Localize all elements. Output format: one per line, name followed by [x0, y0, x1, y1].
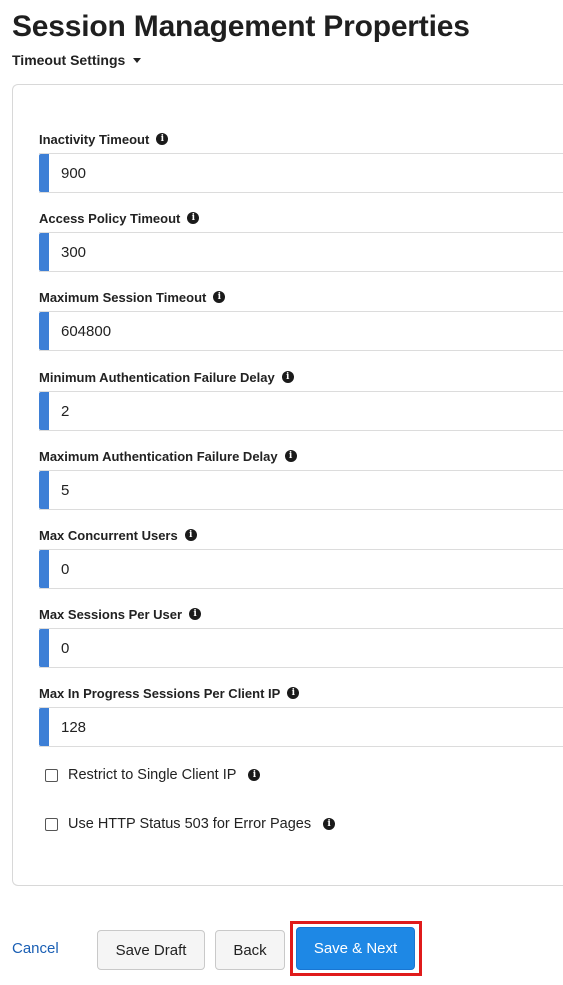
maximum-session-timeout-input[interactable] [49, 312, 563, 350]
access-policy-timeout-input[interactable] [49, 233, 563, 271]
field-label: Max In Progress Sessions Per Client IP [39, 685, 281, 701]
max-auth-failure-delay-input[interactable] [49, 471, 563, 509]
inactivity-timeout-input[interactable] [49, 154, 563, 192]
access-policy-timeout-field: Access Policy Timeout i [39, 210, 563, 274]
max-concurrent-users-input[interactable] [49, 550, 563, 588]
back-button[interactable]: Back [215, 930, 285, 970]
max-sessions-per-user-field: Max Sessions Per User i [39, 606, 563, 670]
section-label: Timeout Settings [12, 52, 126, 68]
info-icon[interactable]: i [213, 291, 226, 303]
max-in-progress-sessions-field: Max In Progress Sessions Per Client IP i [39, 685, 563, 749]
info-icon[interactable]: i [189, 608, 202, 620]
max-sessions-per-user-input[interactable] [49, 629, 563, 667]
field-label: Max Sessions Per User [39, 606, 183, 622]
info-icon[interactable]: i [323, 818, 336, 830]
info-icon[interactable]: i [284, 450, 297, 462]
max-concurrent-users-field: Max Concurrent Users i [39, 527, 563, 591]
maximum-session-timeout-field: Maximum Session Timeout i [39, 289, 563, 353]
min-auth-failure-delay-field: Minimum Authentication Failure Delay i [39, 369, 563, 433]
restrict-single-client-ip-option: Restrict to Single Client IP i [45, 767, 261, 783]
field-label: Maximum Session Timeout [39, 289, 207, 305]
info-icon[interactable]: i [156, 133, 169, 145]
caret-down-icon [133, 58, 142, 63]
http-503-error-pages-option: Use HTTP Status 503 for Error Pages i [45, 816, 336, 832]
checkbox-label[interactable]: Restrict to Single Client IP [68, 767, 236, 783]
cancel-link[interactable]: Cancel [12, 940, 59, 957]
field-label: Access Policy Timeout [39, 210, 181, 226]
field-label: Minimum Authentication Failure Delay [39, 369, 275, 385]
max-auth-failure-delay-field: Maximum Authentication Failure Delay i [39, 448, 563, 512]
restrict-single-client-ip-checkbox[interactable] [45, 768, 58, 782]
save-and-next-button[interactable]: Save & Next [296, 927, 415, 970]
page-title: Session Management Properties [12, 10, 470, 43]
info-icon[interactable]: i [287, 687, 300, 699]
checkbox-label[interactable]: Use HTTP Status 503 for Error Pages [68, 816, 311, 832]
max-in-progress-sessions-input[interactable] [49, 708, 563, 746]
http-503-error-pages-checkbox[interactable] [45, 817, 58, 831]
timeout-settings-toggle[interactable]: Timeout Settings [12, 52, 142, 68]
info-icon[interactable]: i [187, 212, 200, 224]
save-draft-button[interactable]: Save Draft [97, 930, 205, 970]
timeout-settings-panel: Inactivity Timeout i Access Policy Timeo… [12, 84, 563, 886]
inactivity-timeout-field: Inactivity Timeout i [39, 131, 563, 195]
info-icon[interactable]: i [248, 769, 261, 781]
info-icon[interactable]: i [281, 371, 294, 383]
field-label: Inactivity Timeout [39, 131, 150, 147]
min-auth-failure-delay-input[interactable] [49, 392, 563, 430]
field-label: Maximum Authentication Failure Delay [39, 448, 278, 464]
field-label: Max Concurrent Users [39, 527, 178, 543]
info-icon[interactable]: i [184, 529, 197, 541]
